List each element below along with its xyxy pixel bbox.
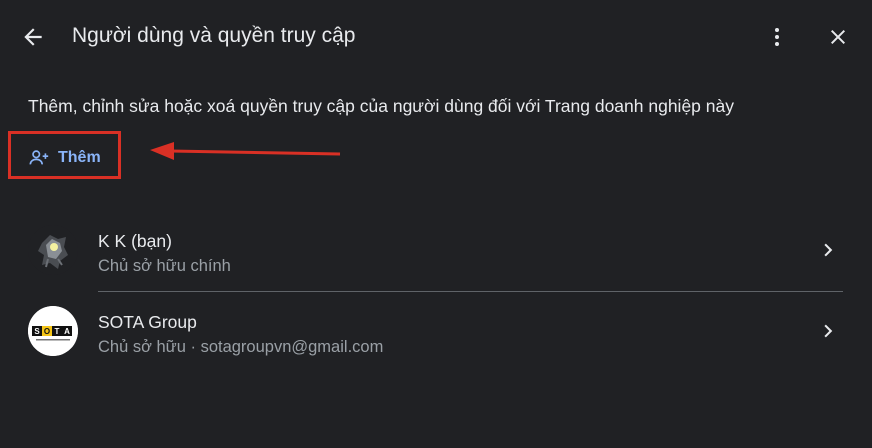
dialog-title: Người dùng và quyền truy cập [72, 24, 356, 47]
user-name: SOTA Group [98, 312, 197, 332]
sota-logo: S O T A [28, 306, 78, 356]
user-name: K K (bạn) [98, 231, 172, 251]
add-button-label: Thêm [58, 149, 101, 166]
sota-logo-letter-t: T [55, 327, 60, 336]
profile-avatar [28, 225, 78, 275]
sota-logo-letter-a: A [64, 327, 70, 336]
more-options-button[interactable] [765, 24, 789, 50]
sota-logo-letter-s: S [34, 327, 40, 336]
dialog-header: Người dùng và quyền truy cập [0, 0, 872, 72]
user-row-sota[interactable]: S O T A SOTA Group Chủ sở hữu · sotagrou… [28, 292, 843, 372]
user-role: Chủ sở hữu chính [98, 257, 231, 275]
annotation-arrow-icon [150, 142, 341, 160]
sota-logo-letter-o: O [44, 327, 50, 336]
close-icon [831, 30, 845, 44]
close-button[interactable] [826, 24, 850, 50]
more-vert-icon [775, 28, 779, 46]
person-add-icon [28, 147, 50, 169]
arrow-left-icon [24, 28, 42, 46]
chevron-right-icon [824, 243, 833, 257]
dialog-description: Thêm, chỉnh sửa hoặc xoá quyền truy cập … [28, 96, 734, 116]
back-button[interactable] [20, 24, 46, 50]
user-row-kk[interactable]: K K (bạn) Chủ sở hữu chính [28, 211, 843, 291]
users-access-dialog: Người dùng và quyền truy cập Thêm, chỉnh… [0, 0, 872, 448]
add-user-button[interactable]: Thêm [20, 140, 109, 176]
chevron-right-icon [824, 324, 833, 338]
user-role: Chủ sở hữu · sotagroupvn@gmail.com [98, 338, 384, 356]
